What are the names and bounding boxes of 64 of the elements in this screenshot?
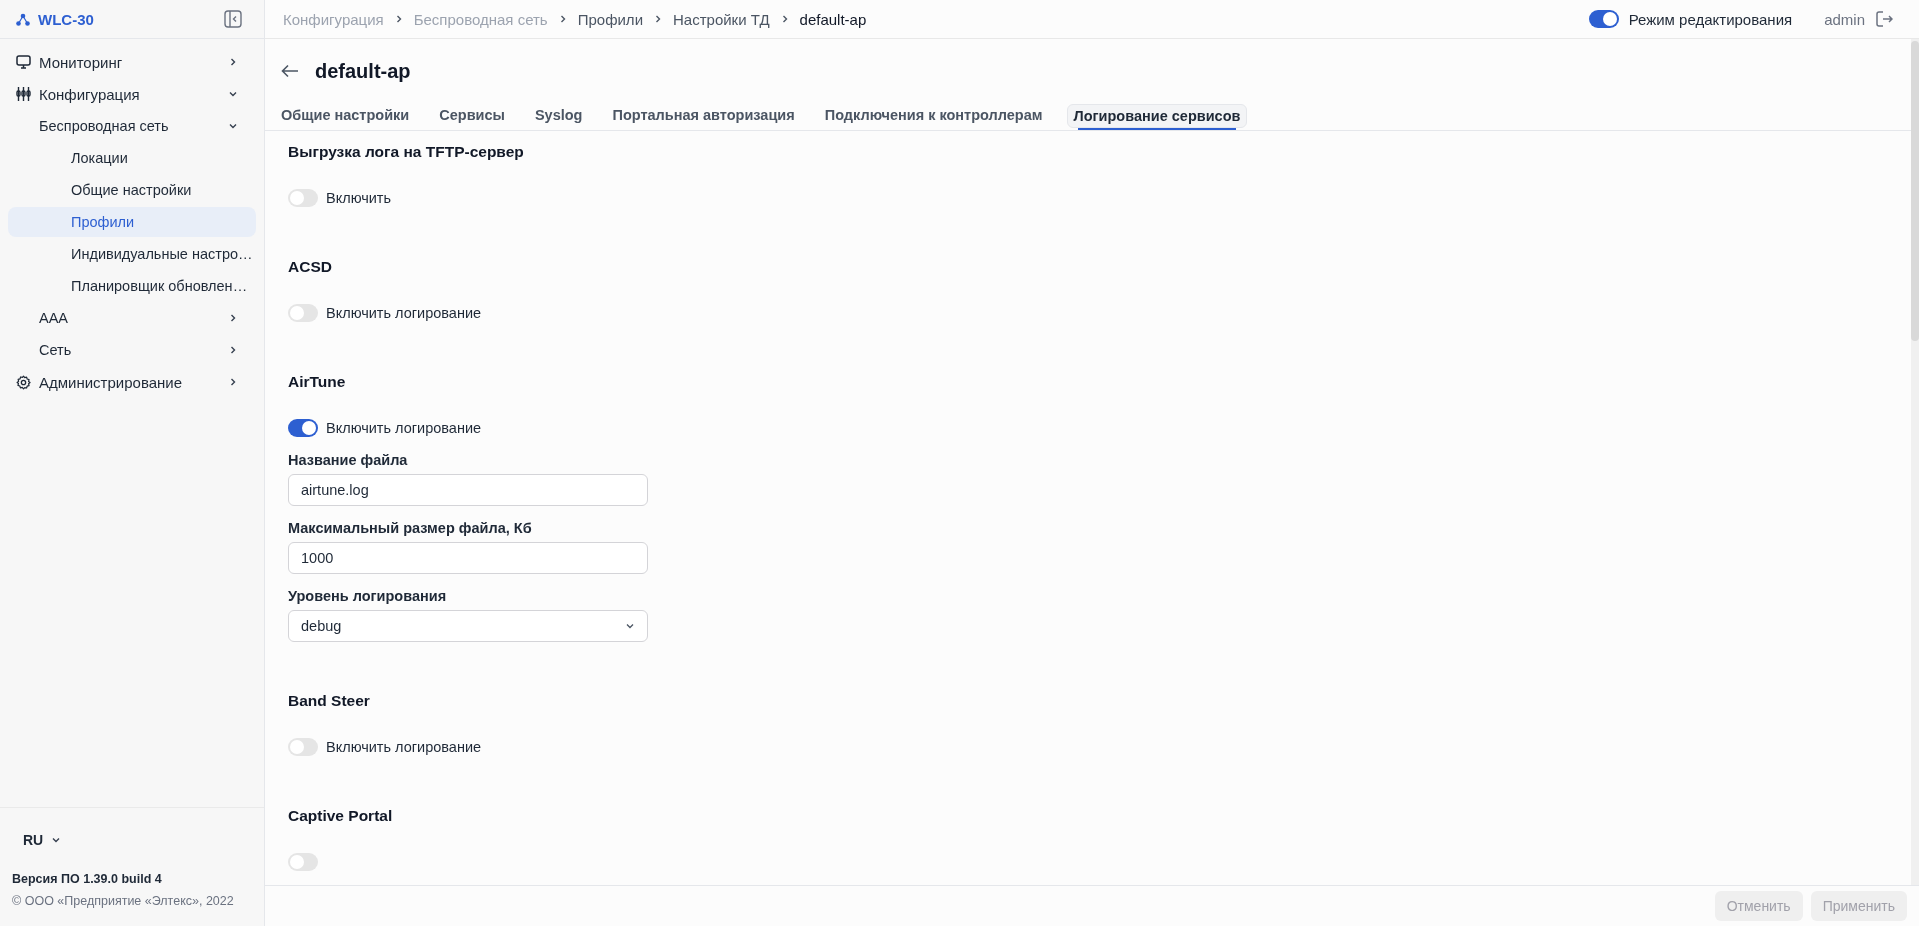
section-title: Выгрузка лога на TFTP-сервер	[288, 143, 525, 161]
version-text: Версия ПО 1.39.0 build 4	[12, 872, 163, 886]
section-title: AirTune	[288, 373, 347, 391]
edit-mode-switch[interactable]	[1588, 10, 1619, 28]
sliders-icon	[16, 87, 31, 101]
nav-item[interactable]: Планировщик обновлен…	[8, 271, 256, 301]
chevron-right-icon	[228, 313, 238, 323]
page-title: default-ap	[315, 59, 411, 83]
nav-item[interactable]: Сеть	[8, 335, 256, 365]
field-label: Уровень логирования	[288, 588, 448, 604]
tab[interactable]: Логирование сервисов	[1066, 104, 1248, 128]
chevron-down-icon	[228, 121, 238, 131]
tab[interactable]: Портальная авторизация	[606, 104, 801, 128]
field-label: Название файла	[288, 452, 409, 468]
chevron-right-icon	[228, 345, 238, 355]
back-arrow-icon[interactable]	[281, 64, 299, 78]
nav-item[interactable]: Индивидуальные настро…	[8, 239, 256, 269]
input-field[interactable]: 1000	[288, 542, 648, 574]
chevron-right-icon	[228, 57, 238, 67]
nav-item[interactable]: Локации	[8, 143, 256, 173]
chevron-right-icon	[653, 14, 663, 24]
settings-icon	[16, 374, 31, 390]
collapse-sidebar-icon[interactable]	[224, 10, 242, 28]
nav-item[interactable]: Беспроводная сеть	[8, 111, 256, 141]
toggle-switch[interactable]	[288, 304, 318, 322]
toggle-label: Включить	[326, 190, 392, 206]
network-nodes-icon	[16, 12, 30, 26]
toggle-label: Включить логирование	[326, 739, 482, 755]
brand-name: WLC-30	[38, 10, 95, 28]
select-dropdown[interactable]: debug	[288, 610, 648, 642]
copyright-text: © ООО «Предприятие «Элтекс», 2022	[12, 894, 235, 908]
nav-item[interactable]: Общие настройки	[8, 175, 256, 205]
toggle-label: Включить логирование	[326, 305, 482, 321]
chevron-right-icon	[228, 377, 238, 387]
breadcrumb-link[interactable]: Профили	[577, 10, 643, 28]
edit-mode-label: Режим редактирования	[1628, 10, 1793, 28]
tab[interactable]: Подключения к контроллерам	[818, 104, 1049, 128]
chevron-down-icon	[625, 621, 635, 631]
toggle-switch[interactable]	[288, 853, 318, 871]
tab[interactable]: Сервисы	[433, 104, 511, 128]
user-name: admin	[1824, 10, 1865, 28]
chevron-down-icon	[228, 89, 238, 99]
input-field[interactable]: airtune.log	[288, 474, 648, 506]
nav-item[interactable]: Администрирование	[8, 367, 256, 397]
toggle-switch[interactable]	[288, 419, 318, 437]
language-dropdown[interactable]: RU	[12, 828, 73, 852]
nav-item[interactable]: Мониторинг	[8, 47, 256, 77]
toggle-switch[interactable]	[288, 189, 318, 207]
field-label: Максимальный размер файла, Кб	[288, 520, 533, 536]
scrollbar[interactable]	[1911, 39, 1919, 885]
toggle-switch[interactable]	[288, 738, 318, 756]
monitor-icon	[16, 55, 31, 69]
chevron-down-icon	[51, 835, 62, 845]
tab[interactable]: Syslog	[528, 104, 589, 128]
nav-item[interactable]: AAA	[8, 303, 256, 333]
section-title: Band Steer	[288, 692, 371, 710]
nav-item[interactable]: Конфигурация	[8, 79, 256, 109]
section-title: Captive Portal	[288, 807, 394, 825]
section-title: ACSD	[288, 258, 333, 276]
logout-icon[interactable]	[1875, 10, 1893, 28]
breadcrumb-link[interactable]: Настройки ТД	[673, 10, 770, 28]
toggle-label: Включить логирование	[326, 420, 482, 436]
tab[interactable]: Общие настройки	[275, 104, 416, 128]
nav-item[interactable]: Профили	[8, 207, 256, 237]
